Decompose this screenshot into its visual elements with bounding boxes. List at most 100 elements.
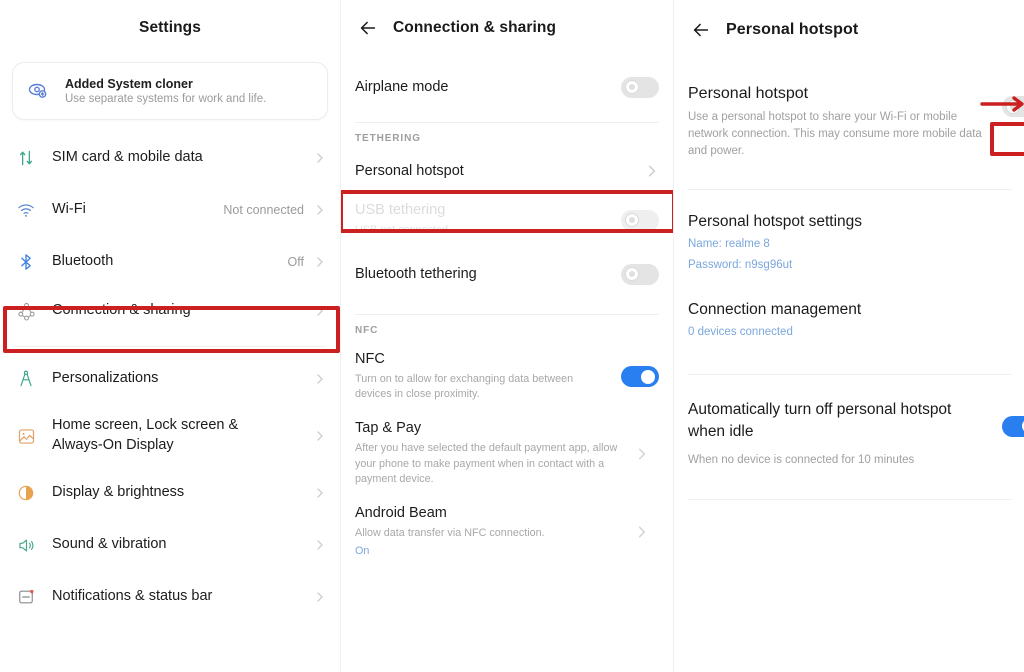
row-subtitle: Use a personal hotspot to share your Wi-… [688,110,982,158]
sidebar-item-personalizations[interactable]: Personalizations [0,353,340,405]
personal-hotspot-header: Personal hotspot [674,0,1024,60]
chevron-right-icon [314,152,326,164]
sidebar-item-label: Display & brightness [52,484,185,501]
row-usb-tethering: USB tethering USB not connected [341,192,673,248]
chevron-right-icon [635,447,649,461]
chevron-right-icon [314,487,326,499]
page-title: Settings [139,19,201,36]
bluetooth-icon [0,252,52,272]
system-cloner-icon [13,79,65,103]
row-title: Android Beam [355,504,447,521]
connection-sharing-icon [0,301,52,322]
row-title: Bluetooth tethering [355,265,477,282]
section-divider [355,122,659,123]
chevron-right-icon [314,591,326,603]
row-subtitle: Allow data transfer via NFC connection. [355,526,545,539]
nfc-toggle[interactable] [621,366,659,388]
sidebar-item-notifications[interactable]: Notifications & status bar [0,571,340,623]
sidebar-item-bluetooth[interactable]: Bluetooth Off [0,236,340,288]
sidebar-item-label: SIM card & mobile data [52,149,203,166]
row-bluetooth-tethering[interactable]: Bluetooth tethering [341,248,673,300]
notifications-icon [0,587,52,607]
row-android-beam[interactable]: Android Beam Allow data transfer via NFC… [341,496,673,568]
phone-settings-triptych: Settings Added System cloner Use separat… [0,0,1024,672]
row-subtitle: USB not connected [355,224,449,237]
chevron-right-icon [645,164,659,178]
back-arrow-icon[interactable] [355,15,381,41]
system-cloner-card[interactable]: Added System cloner Use separate systems… [12,62,328,120]
row-tap-and-pay[interactable]: Tap & Pay After you have selected the de… [341,411,673,496]
section-label-nfc: NFC [355,325,379,336]
row-nfc[interactable]: NFC Turn on to allow for exchanging data… [341,342,673,411]
sidebar-item-value: Off [287,255,304,269]
back-arrow-icon[interactable] [688,17,714,43]
connection-sharing-panel: Connection & sharing Airplane mode TETHE… [341,0,673,672]
system-cloner-subtitle: Use separate systems for work and life. [65,93,267,105]
sidebar-item-label: Personalizations [52,370,159,387]
personal-hotspot-panel: Personal hotspot Personal hotspot Use a … [674,0,1024,672]
wifi-icon [0,200,52,220]
row-personal-hotspot-main[interactable]: Personal hotspot Use a personal hotspot … [674,60,1024,171]
row-connection-management[interactable]: Connection management 0 devices connecte… [674,284,1024,351]
row-title: Connection management [688,301,862,319]
section-divider [688,498,1012,500]
home-screen-icon [0,426,52,447]
chevron-right-icon [314,373,326,385]
settings-panel: Settings Added System cloner Use separat… [0,0,340,672]
row-personal-hotspot[interactable]: Personal hotspot [341,150,673,192]
sidebar-item-sound-vibration[interactable]: Sound & vibration [0,519,340,571]
sidebar-item-label: Connection & sharing [52,302,191,319]
row-auto-turn-off-hotspot[interactable]: Automatically turn off personal hotspot … [674,383,1024,479]
row-title: Airplane mode [355,78,449,95]
row-status: On [355,545,370,558]
row-subtitle: Turn on to allow for exchanging data bet… [355,372,574,401]
row-subtitle: After you have selected the default paym… [355,441,618,486]
system-cloner-title: Added System cloner [65,77,193,91]
row-title: Personal hotspot [688,85,809,102]
bluetooth-tethering-toggle[interactable] [621,263,659,285]
section-divider [688,188,1012,190]
hotspot-password: Password: n9sg96ut [688,258,793,271]
sidebar-item-label: Wi-Fi [52,201,86,218]
section-divider [14,346,326,347]
sidebar-item-sim-card[interactable]: SIM card & mobile data [0,132,340,184]
auto-turn-off-toggle[interactable] [1002,415,1024,437]
personalizations-icon [0,369,52,389]
connected-devices-count: 0 devices connected [688,326,793,339]
sidebar-item-label: Bluetooth [52,253,114,270]
section-divider [688,373,1012,375]
sidebar-item-wifi[interactable]: Wi-Fi Not connected [0,184,340,236]
row-personal-hotspot-settings[interactable]: Personal hotspot settings Name: realme 8… [674,198,1024,285]
settings-header: Settings [0,0,340,56]
chevron-right-icon [314,539,326,551]
sidebar-item-connection-sharing[interactable]: Connection & sharing [0,288,340,334]
row-title: USB tethering [355,202,446,219]
hotspot-name: Name: realme 8 [688,237,770,250]
row-title: Tap & Pay [355,420,422,437]
row-title: NFC [355,351,385,367]
row-subtitle: When no device is connected for 10 minut… [688,453,915,466]
sidebar-item-home-screen[interactable]: Home screen, Lock screen & Always-On Dis… [0,405,340,467]
page-title: Connection & sharing [393,19,557,36]
row-title: Personal hotspot [355,162,464,179]
usb-tethering-toggle [621,209,659,231]
chevron-right-icon [314,204,326,216]
chevron-right-icon [635,525,649,539]
personal-hotspot-toggle[interactable] [1002,96,1024,117]
chevron-right-icon [314,430,326,442]
sidebar-item-display-brightness[interactable]: Display & brightness [0,467,340,519]
connection-sharing-header: Connection & sharing [341,0,673,56]
row-title: Automatically turn off personal hotspot … [688,400,952,441]
display-brightness-icon [0,483,52,503]
row-airplane-mode[interactable]: Airplane mode [341,56,673,118]
section-divider [355,314,659,315]
sidebar-item-label: Home screen, Lock screen & Always-On Dis… [52,417,239,453]
page-title: Personal hotspot [726,21,859,38]
sidebar-item-value: Not connected [223,203,304,217]
chevron-right-icon [314,256,326,268]
airplane-mode-toggle[interactable] [621,76,659,98]
chevron-right-icon [314,305,326,317]
sidebar-item-label: Sound & vibration [52,536,167,553]
row-title: Personal hotspot settings [688,212,863,230]
sim-card-icon [0,148,52,168]
